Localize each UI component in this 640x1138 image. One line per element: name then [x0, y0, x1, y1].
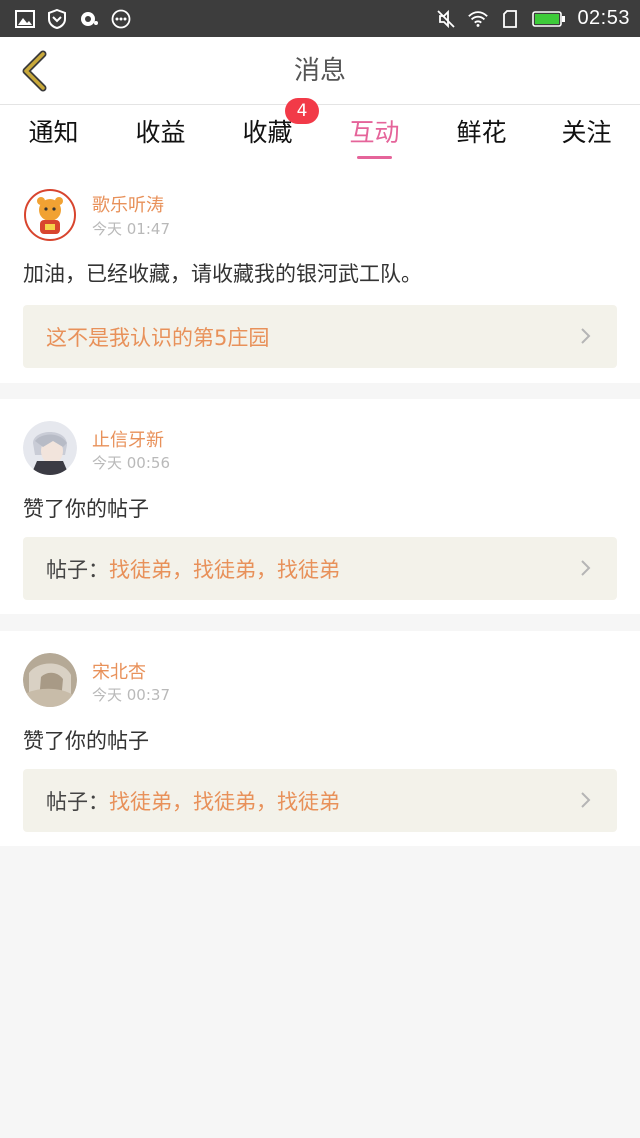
tab-label: 关注: [561, 118, 612, 147]
tab-interactions[interactable]: 互动: [321, 105, 428, 167]
back-arrow-icon: [22, 50, 47, 92]
linked-post-prefix: 帖子：: [46, 557, 109, 582]
tab-following[interactable]: 关注: [533, 105, 640, 167]
shield-icon: [46, 8, 68, 30]
avatar[interactable]: [23, 421, 77, 475]
tab-notifications[interactable]: 通知: [0, 105, 107, 167]
chevron-right-icon: [581, 792, 591, 808]
message-card: 歌乐听涛 今天 01:47 加油，已经收藏，请收藏我的银河武工队。 这不是我认识…: [0, 167, 640, 383]
unread-badge: 4: [285, 98, 319, 124]
tab-earnings[interactable]: 收益: [107, 105, 214, 167]
status-time: 02:53: [577, 7, 630, 29]
linked-post-prefix: 帖子：: [46, 789, 109, 814]
linked-post[interactable]: 帖子： 找徒弟，找徒弟，找徒弟: [23, 537, 617, 600]
message-text: 加油，已经收藏，请收藏我的银河武工队。: [23, 262, 422, 286]
chevron-right-icon: [581, 328, 591, 344]
message-card: 止信牙新 今天 00:56 赞了你的帖子 帖子： 找徒弟，找徒弟，找徒弟: [0, 399, 640, 614]
linked-post-title: 这不是我认识的第5庄园: [46, 325, 270, 350]
sim-icon: [499, 8, 521, 30]
message-card: 宋北杏 今天 00:37 赞了你的帖子 帖子： 找徒弟，找徒弟，找徒弟: [0, 631, 640, 846]
status-bar-left: [14, 8, 132, 30]
avatar[interactable]: [23, 653, 77, 707]
user-name[interactable]: 宋北杏: [92, 658, 146, 684]
tab-bar: 通知 收益 收藏 4 互动 鲜花 关注: [0, 98, 640, 167]
chevron-right-icon: [581, 560, 591, 576]
message-text: 赞了你的帖子: [23, 497, 149, 521]
tab-label: 通知: [28, 118, 79, 147]
tab-flowers[interactable]: 鲜花: [428, 105, 535, 167]
mute-icon: [435, 8, 457, 30]
message-time: 今天 01:47: [92, 220, 170, 238]
avatar[interactable]: [23, 188, 77, 242]
active-tab-indicator: [357, 156, 392, 159]
linked-post[interactable]: 帖子： 找徒弟，找徒弟，找徒弟: [23, 769, 617, 832]
more-dots-icon: [110, 8, 132, 30]
tab-label: 互动: [349, 118, 400, 147]
user-name[interactable]: 歌乐听涛: [92, 191, 164, 217]
linked-post-title: 找徒弟，找徒弟，找徒弟: [109, 789, 340, 814]
user-name[interactable]: 止信牙新: [92, 426, 164, 452]
wifi-icon: [467, 8, 489, 30]
app-header: 消息: [0, 37, 640, 105]
page-title: 消息: [293, 56, 346, 86]
message-time: 今天 00:37: [92, 686, 170, 704]
linked-post[interactable]: 这不是我认识的第5庄园: [23, 305, 617, 368]
linked-post-title: 找徒弟，找徒弟，找徒弟: [109, 557, 340, 582]
message-time: 今天 00:56: [92, 454, 170, 472]
status-bar-right: 02:53: [435, 7, 630, 30]
tab-label: 鲜花: [456, 118, 507, 147]
message-text: 赞了你的帖子: [23, 729, 149, 753]
back-button[interactable]: [10, 47, 58, 95]
battery-icon: [531, 8, 567, 30]
tab-favorites[interactable]: 收藏 4: [214, 98, 321, 167]
status-bar: 02:53: [0, 0, 640, 37]
chat-bubble-icon: [78, 8, 100, 30]
tab-label: 收藏: [242, 118, 293, 147]
tab-label: 收益: [135, 118, 186, 147]
image-icon: [14, 8, 36, 30]
